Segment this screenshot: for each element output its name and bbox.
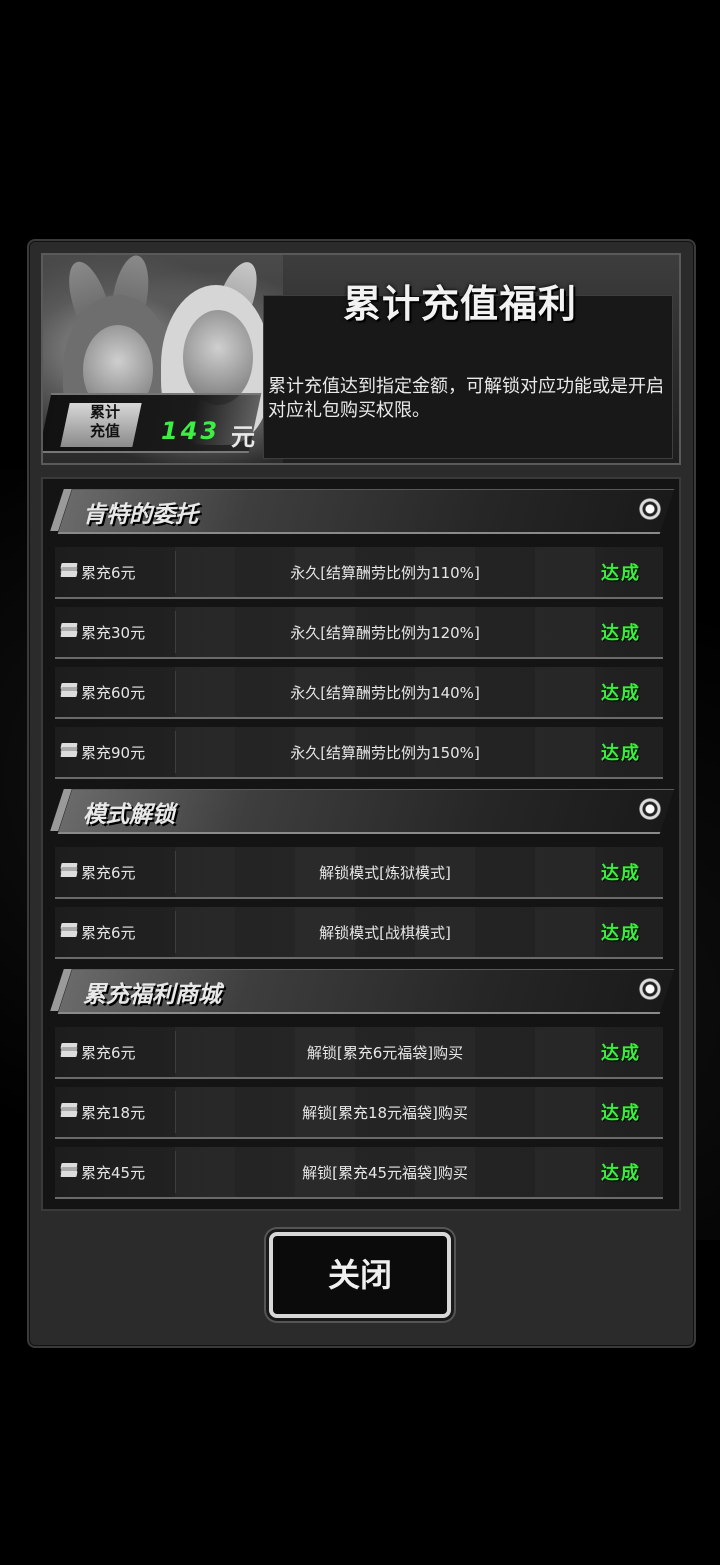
section-header-mode-unlock: 模式解锁 xyxy=(50,787,675,835)
section-header-welfare-shop: 累充福利商城 xyxy=(50,967,675,1015)
page-title: 累计充值福利 xyxy=(343,282,578,326)
hexagon-icon xyxy=(639,978,661,1000)
status-badge: 达成 xyxy=(601,1043,641,1064)
layers-icon xyxy=(60,623,78,637)
section-title: 累充福利商城 xyxy=(83,982,221,1008)
list-item: 累充6元 解锁模式[炼狱模式] 达成 xyxy=(55,847,663,899)
divider xyxy=(175,611,176,653)
requirement-text: 累充45元 xyxy=(81,1164,146,1182)
reward-text: 解锁模式[战棋模式] xyxy=(319,924,451,942)
status-badge: 达成 xyxy=(601,1163,641,1184)
reward-text: 永久[结算酬劳比例为110%] xyxy=(290,564,480,582)
status-badge: 达成 xyxy=(601,623,641,644)
layers-icon xyxy=(60,1103,78,1117)
total-recharge-unit: 元 xyxy=(231,423,255,451)
list-item: 累充30元 永久[结算酬劳比例为120%] 达成 xyxy=(55,607,663,659)
status-badge: 达成 xyxy=(601,923,641,944)
layers-icon xyxy=(60,1163,78,1177)
divider xyxy=(175,551,176,593)
status-badge: 达成 xyxy=(601,743,641,764)
layers-icon xyxy=(60,743,78,757)
section-title: 模式解锁 xyxy=(83,802,175,828)
status-badge: 达成 xyxy=(601,1103,641,1124)
list-item: 累充45元 解锁[累充45元福袋]购买 达成 xyxy=(55,1147,663,1199)
list-item: 累充18元 解锁[累充18元福袋]购买 达成 xyxy=(55,1087,663,1139)
status-badge: 达成 xyxy=(601,683,641,704)
requirement-text: 累充30元 xyxy=(81,624,146,642)
list-item: 累充90元 永久[结算酬劳比例为150%] 达成 xyxy=(55,727,663,779)
total-recharge-value: 143 xyxy=(161,417,221,445)
total-recharge-label: 累计 充值 xyxy=(89,403,120,440)
layers-icon xyxy=(60,863,78,877)
reward-text: 解锁[累充18元福袋]购买 xyxy=(302,1104,468,1122)
layers-icon xyxy=(60,563,78,577)
requirement-text: 累充6元 xyxy=(81,564,136,582)
header-banner: 累计 充值 143 元 累计充值福利 累计充值达到指定金额，可解锁对应功能或是开… xyxy=(41,253,681,465)
layers-icon xyxy=(60,1043,78,1057)
reward-text: 解锁[累充45元福袋]购买 xyxy=(302,1164,468,1182)
requirement-text: 累充6元 xyxy=(81,864,136,882)
divider xyxy=(175,911,176,953)
hexagon-icon xyxy=(639,798,661,820)
divider xyxy=(175,1031,176,1073)
reward-text: 永久[结算酬劳比例为140%] xyxy=(290,684,480,702)
close-button[interactable]: 关闭 xyxy=(269,1232,451,1318)
requirement-text: 累充6元 xyxy=(81,924,136,942)
status-badge: 达成 xyxy=(601,863,641,884)
benefits-list[interactable]: 肯特的委托 累充6元 永久[结算酬劳比例为110%] 达成 累充30元 永久[结… xyxy=(41,477,681,1211)
list-item: 累充6元 永久[结算酬劳比例为110%] 达成 xyxy=(55,547,663,599)
reward-text: 永久[结算酬劳比例为120%] xyxy=(290,624,480,642)
layers-icon xyxy=(60,923,78,937)
section-title: 肯特的委托 xyxy=(83,502,198,528)
list-item: 累充6元 解锁[累充6元福袋]购买 达成 xyxy=(55,1027,663,1079)
divider xyxy=(175,731,176,773)
requirement-text: 累充6元 xyxy=(81,1044,136,1062)
section-header-kent: 肯特的委托 xyxy=(50,487,675,535)
page-description: 累计充值达到指定金额，可解锁对应功能或是开启对应礼包购买权限。 xyxy=(268,376,664,421)
list-item: 累充60元 永久[结算酬劳比例为140%] 达成 xyxy=(55,667,663,719)
recharge-benefits-dialog: 累计 充值 143 元 累计充值福利 累计充值达到指定金额，可解锁对应功能或是开… xyxy=(27,239,696,1348)
layers-icon xyxy=(60,683,78,697)
divider xyxy=(175,671,176,713)
reward-text: 解锁[累充6元福袋]购买 xyxy=(306,1044,464,1062)
divider xyxy=(175,1091,176,1133)
list-item: 累充6元 解锁模式[战棋模式] 达成 xyxy=(55,907,663,959)
requirement-text: 累充90元 xyxy=(81,744,146,762)
reward-text: 永久[结算酬劳比例为150%] xyxy=(290,744,480,762)
divider xyxy=(175,1151,176,1193)
status-badge: 达成 xyxy=(601,563,641,584)
requirement-text: 累充60元 xyxy=(81,684,146,702)
requirement-text: 累充18元 xyxy=(81,1104,146,1122)
reward-text: 解锁模式[炼狱模式] xyxy=(319,864,451,882)
hexagon-icon xyxy=(639,498,661,520)
divider xyxy=(175,851,176,893)
